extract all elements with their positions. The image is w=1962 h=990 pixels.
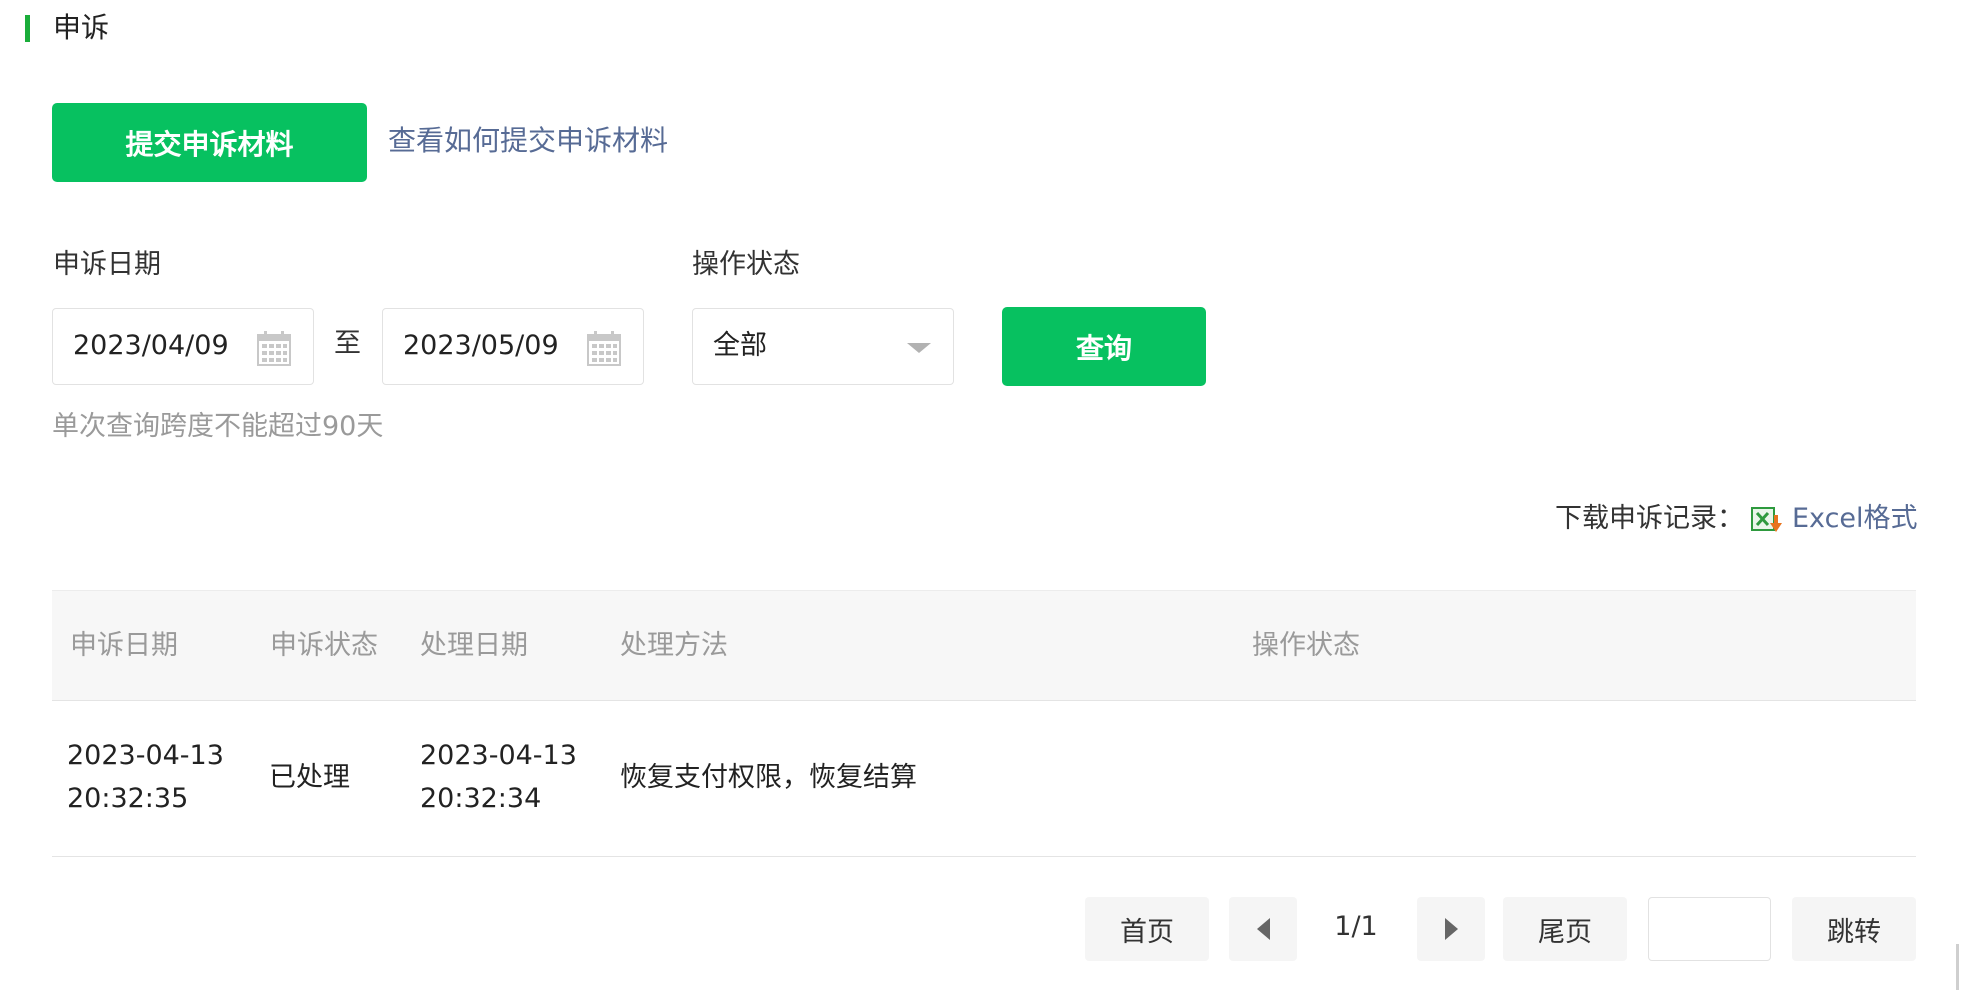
status-select-value: 全部 — [713, 330, 767, 361]
status-select[interactable]: 全部 — [692, 308, 954, 385]
query-range-hint: 单次查询跨度不能超过90天 — [52, 411, 384, 442]
cell-appeal-status: 已处理 — [269, 762, 350, 793]
calendar-icon[interactable] — [587, 330, 621, 366]
prev-page-button[interactable] — [1229, 897, 1297, 961]
date-from-value: 2023/04/09 — [73, 330, 229, 361]
first-page-button[interactable]: 首页 — [1085, 897, 1209, 961]
cell-handle-method: 恢复支付权限，恢复结算 — [620, 762, 917, 793]
chevron-right-icon — [1444, 918, 1458, 940]
column-header-appeal-status: 申诉状态 — [270, 630, 378, 661]
date-to-input[interactable]: 2023/05/09 — [382, 308, 644, 385]
column-header-operation-status: 操作状态 — [1252, 630, 1360, 661]
table-header: 申诉日期 申诉状态 处理日期 处理方法 操作状态 — [52, 590, 1916, 701]
excel-icon[interactable] — [1751, 506, 1783, 534]
date-from-input[interactable]: 2023/04/09 — [52, 308, 314, 385]
section-marker — [25, 15, 30, 42]
query-button[interactable]: 查询 — [1002, 307, 1206, 386]
chevron-down-icon — [907, 343, 931, 353]
operation-status-label: 操作状态 — [692, 249, 800, 280]
cell-appeal-date: 2023-04-13 — [67, 740, 224, 771]
section-title: 申诉 — [53, 11, 110, 44]
scrollbar[interactable] — [1956, 944, 1959, 990]
column-header-appeal-date: 申诉日期 — [70, 630, 178, 661]
last-page-button[interactable]: 尾页 — [1503, 897, 1627, 961]
cell-handle-date: 2023-04-13 — [420, 740, 577, 771]
column-header-handle-date: 处理日期 — [420, 630, 528, 661]
column-header-handle-method: 处理方法 — [620, 630, 728, 661]
next-page-button[interactable] — [1417, 897, 1485, 961]
howto-submit-link[interactable]: 查看如何提交申诉材料 — [388, 121, 668, 161]
page-number-input[interactable] — [1648, 897, 1771, 961]
calendar-icon[interactable] — [257, 330, 291, 366]
download-label: 下载申诉记录： — [1555, 503, 1744, 534]
submit-appeal-button[interactable]: 提交申诉材料 — [52, 103, 367, 182]
cell-handle-time: 20:32:34 — [420, 783, 542, 814]
chevron-left-icon — [1256, 918, 1270, 940]
page-indicator: 1/1 — [1334, 911, 1378, 942]
cell-appeal-time: 20:32:35 — [67, 783, 189, 814]
download-excel-link[interactable]: Excel格式 — [1792, 500, 1918, 538]
date-to-value: 2023/05/09 — [403, 330, 559, 361]
appeal-date-label: 申诉日期 — [53, 249, 161, 280]
jump-button[interactable]: 跳转 — [1792, 897, 1916, 961]
date-range-separator: 至 — [334, 328, 361, 359]
table-row: 2023-04-13 20:32:35 已处理 2023-04-13 20:32… — [52, 701, 1916, 857]
